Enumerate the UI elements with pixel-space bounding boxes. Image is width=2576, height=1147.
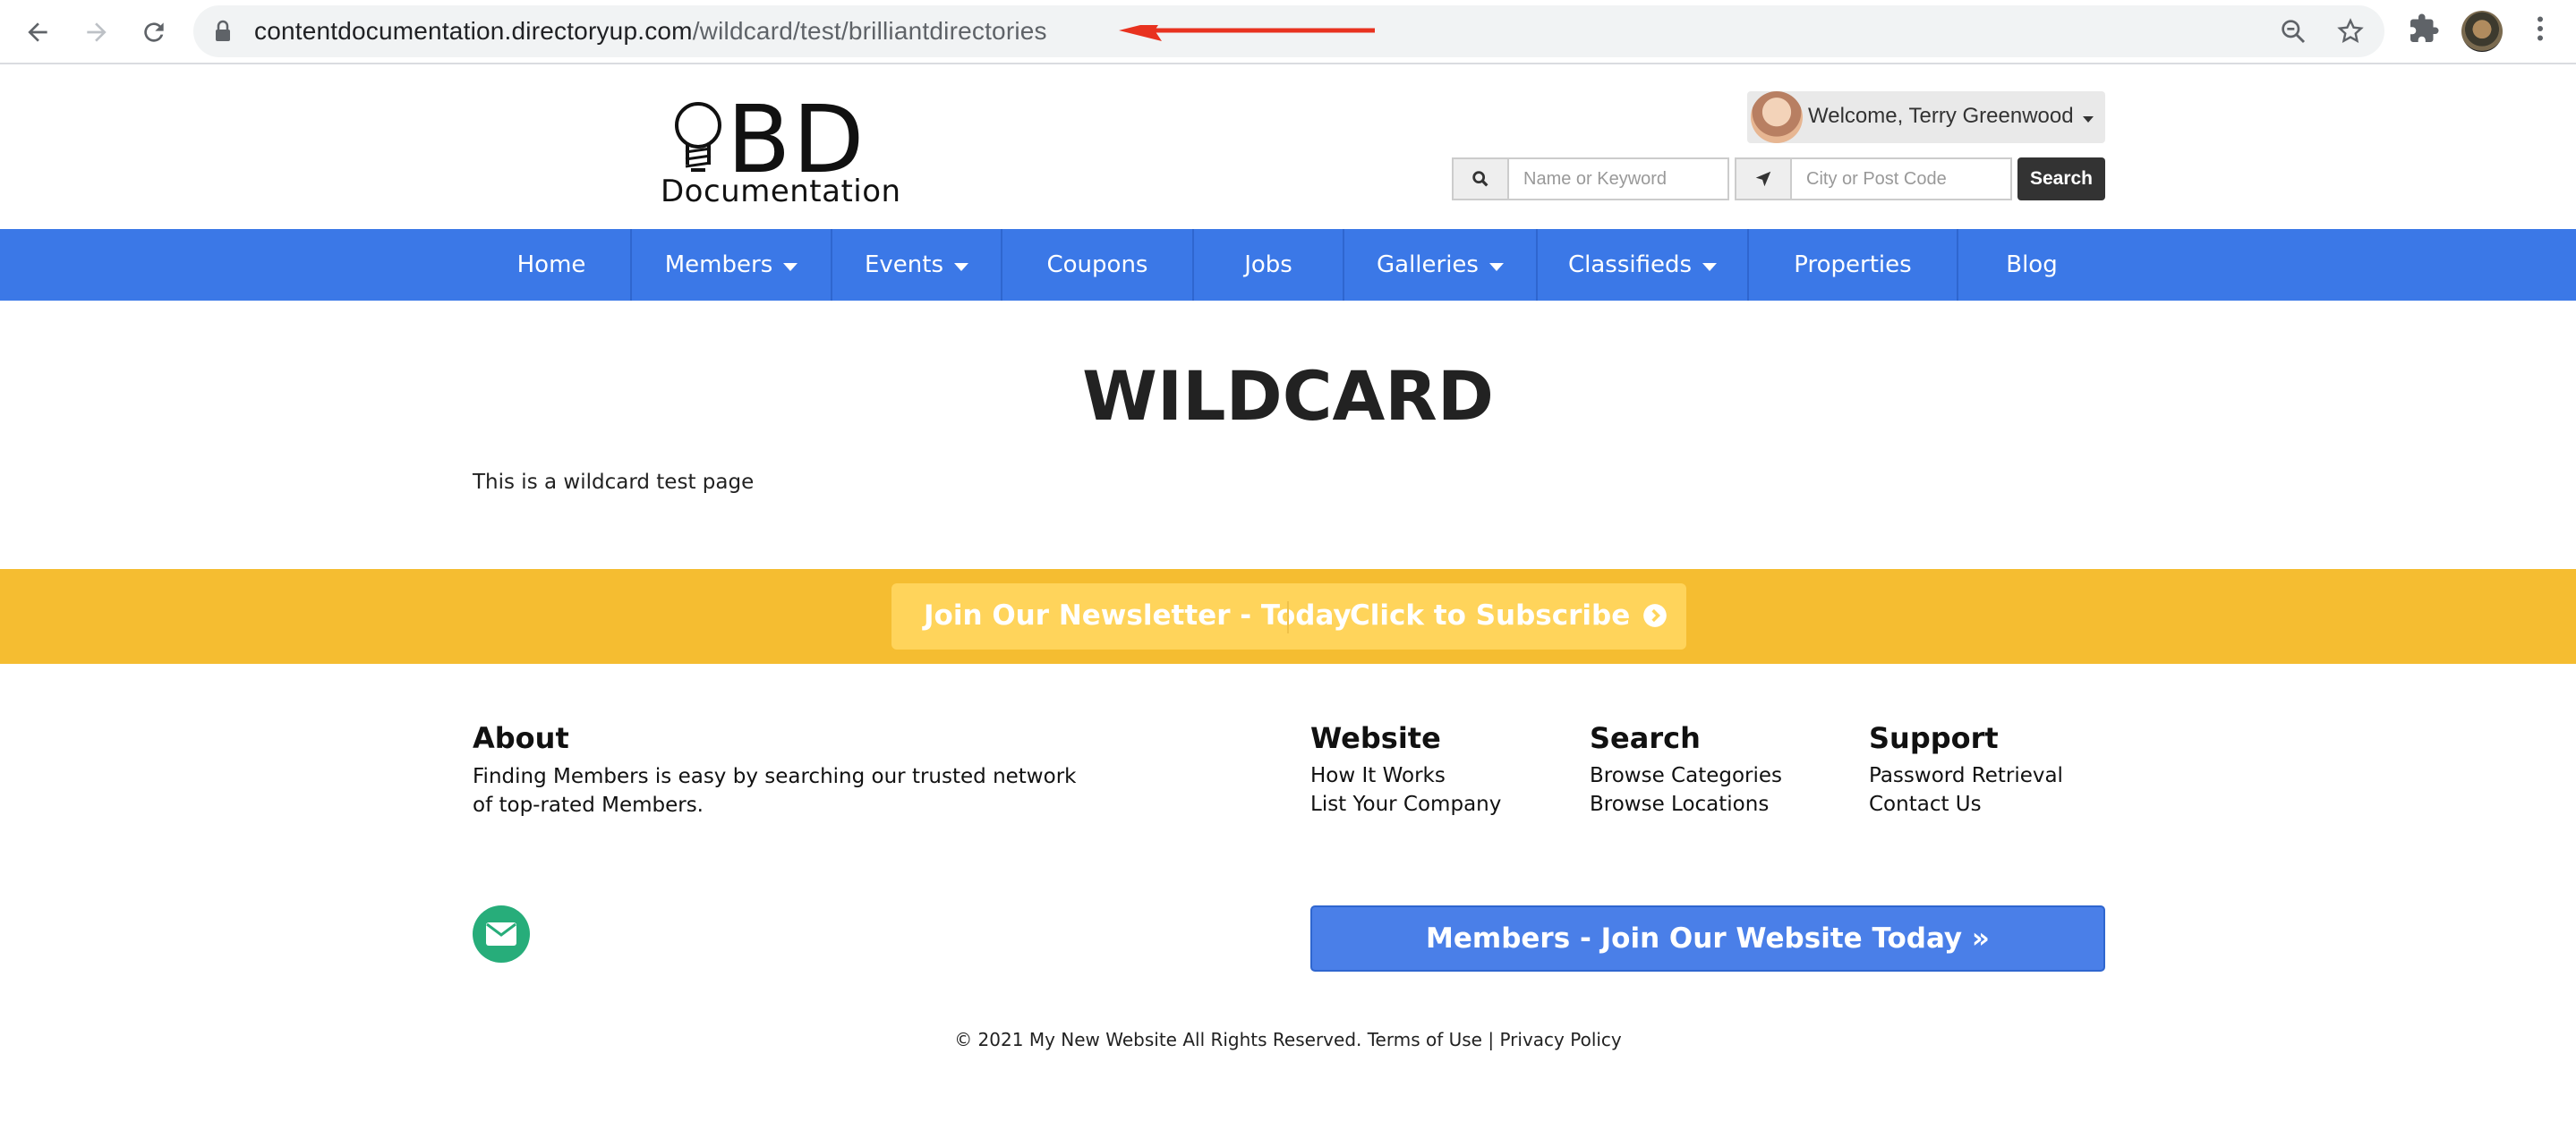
nav-item-galleries[interactable]: Galleries (1344, 229, 1536, 301)
star-icon[interactable] (2336, 17, 2365, 46)
user-avatar (1751, 91, 1803, 143)
forward-button[interactable] (73, 9, 120, 55)
footer-link-list-your-company[interactable]: List Your Company (1310, 793, 1501, 816)
footer-about-heading: About (473, 721, 569, 755)
nav-label: Home (516, 251, 586, 278)
reload-icon (144, 22, 164, 42)
nav-item-home[interactable]: Home (473, 229, 630, 301)
caret-down-icon (783, 262, 798, 271)
footer-link-browse-locations[interactable]: Browse Locations (1590, 793, 1769, 816)
nav-label: Properties (1794, 251, 1912, 278)
subscribe-label: Click to Subscribe (1350, 599, 1631, 632)
chevron-circle-right-icon (1643, 604, 1668, 627)
caret-down-icon (1702, 262, 1718, 271)
newsletter-divider (1287, 601, 1289, 633)
terms-link[interactable]: Terms of Use (1368, 1029, 1482, 1050)
nav-label: Members (664, 251, 773, 278)
newsletter-subscribe-button[interactable]: Join Our Newsletter - Today Click to Sub… (891, 583, 1686, 650)
welcome-label: Welcome, Terry Greenwood (1808, 104, 2094, 129)
caret-down-icon (954, 262, 969, 271)
nav-item-jobs[interactable]: Jobs (1194, 229, 1343, 301)
url-text: contentdocumentation.directoryup.com/wil… (254, 17, 1047, 46)
forward-arrow-icon (87, 22, 107, 42)
email-button[interactable] (473, 905, 530, 963)
nav-label: Blog (2006, 251, 2058, 278)
url-path: /wildcard/test/brilliantdirectories (692, 17, 1047, 45)
nav-label: Events (864, 251, 944, 278)
nav-item-properties[interactable]: Properties (1749, 229, 1957, 301)
zoom-icon[interactable] (2279, 17, 2307, 46)
browser-toolbar: contentdocumentation.directoryup.com/wil… (0, 0, 2576, 64)
back-arrow-icon (28, 22, 47, 42)
keyword-input[interactable]: Name or Keyword (1507, 157, 1729, 200)
footer-support-heading: Support (1869, 721, 1999, 755)
footer-about-text: Finding Members is easy by searching our… (473, 765, 1077, 817)
footer-search-heading: Search (1590, 721, 1701, 755)
page-body-text: This is a wildcard test page (473, 471, 755, 494)
search-icon-addon (1452, 157, 1509, 200)
copyright-text: © 2021 My New Website All Rights Reserve… (954, 1029, 1362, 1050)
nav-item-coupons[interactable]: Coupons (1002, 229, 1192, 301)
annotation-arrow (1119, 25, 1375, 41)
footer-link-contact-us[interactable]: Contact Us (1869, 793, 1982, 816)
nav-item-blog[interactable]: Blog (1958, 229, 2105, 301)
footer-link-how-it-works[interactable]: How It Works (1310, 764, 1446, 787)
menu-dots-icon[interactable] (2524, 13, 2556, 45)
logo-letters: BD (727, 85, 866, 194)
footer-link-browse-categories[interactable]: Browse Categories (1590, 764, 1782, 787)
join-website-button[interactable]: Members - Join Our Website Today » (1310, 905, 2105, 972)
extensions-icon[interactable] (2408, 13, 2440, 45)
privacy-link[interactable]: Privacy Policy (1499, 1029, 1621, 1050)
user-menu[interactable]: Welcome, Terry Greenwood (1747, 91, 2105, 143)
lock-icon (216, 20, 230, 41)
footer-link-password-retrieval[interactable]: Password Retrieval (1869, 764, 2063, 787)
logo-word: Documentation (661, 174, 901, 209)
welcome-text: Welcome, Terry Greenwood (1808, 104, 2074, 128)
copyright-line: © 2021 My New Website All Rights Reserve… (0, 1029, 2576, 1050)
profile-avatar[interactable] (2461, 11, 2503, 52)
nav-label: Classifieds (1567, 251, 1693, 278)
search-button[interactable]: Search (2017, 157, 2105, 200)
page-title: WILDCARD (1082, 356, 1494, 436)
nav-item-events[interactable]: Events (832, 229, 1001, 301)
nav-item-members[interactable]: Members (632, 229, 831, 301)
subscribe-link[interactable]: Click to Subscribe (1350, 599, 1668, 632)
location-icon-addon (1735, 157, 1792, 200)
back-button[interactable] (14, 9, 61, 55)
site-logo[interactable]: BD Documentation (659, 93, 900, 209)
caret-down-icon (1488, 262, 1504, 271)
search-icon (1472, 171, 1488, 187)
footer-website-heading: Website (1310, 721, 1441, 755)
location-input[interactable]: City or Post Code (1790, 157, 2012, 200)
reload-button[interactable] (131, 9, 177, 55)
main-nav: Home Members Events Coupons Jobs Galleri… (0, 229, 2576, 301)
nav-item-classifieds[interactable]: Classifieds (1538, 229, 1747, 301)
copyright-separator: | (1488, 1029, 1495, 1050)
nav-label: Galleries (1377, 251, 1479, 278)
chevron-down-icon (2083, 116, 2094, 123)
url-host: contentdocumentation.directoryup.com (254, 17, 693, 45)
envelope-icon (486, 922, 516, 946)
nav-label: Coupons (1046, 251, 1148, 278)
location-arrow-icon (1755, 171, 1771, 187)
nav-label: Jobs (1244, 251, 1292, 278)
